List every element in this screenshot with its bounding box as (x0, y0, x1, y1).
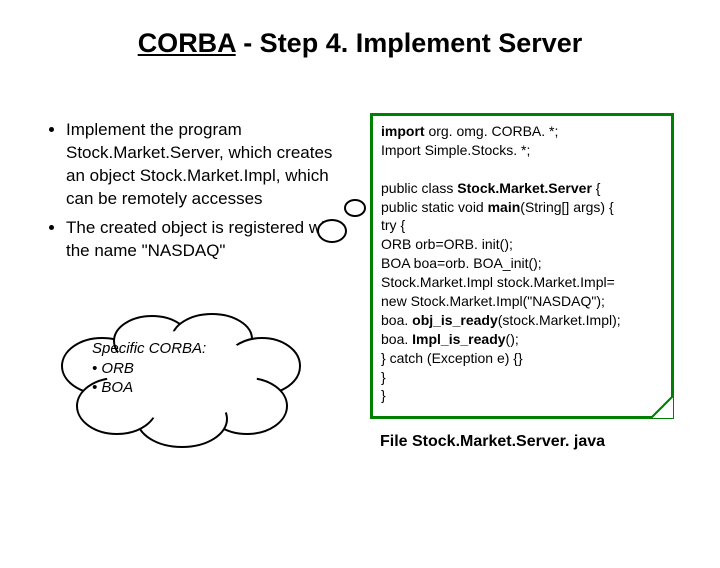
bullet-list: Implement the program Stock.Market.Serve… (48, 119, 348, 269)
thought-bubble-dot (317, 219, 347, 243)
file-caption: File Stock.Market.Server. java (380, 433, 605, 451)
cloud-item: • BOA (92, 378, 292, 398)
thought-bubble-dot (344, 199, 366, 217)
cloud-heading: Specific CORBA: (92, 339, 292, 359)
bullet-item: The created object is registered with th… (66, 217, 348, 263)
cloud-item: • ORB (92, 359, 292, 379)
title-underlined: CORBA (138, 28, 236, 58)
page-fold-icon (650, 395, 674, 419)
thought-cloud: Specific CORBA: • ORB • BOA (62, 319, 312, 459)
title-rest: - Step 4. Implement Server (236, 28, 583, 58)
slide-title: CORBA - Step 4. Implement Server (0, 28, 720, 59)
bullet-item: Implement the program Stock.Market.Serve… (66, 119, 348, 211)
cloud-text: Specific CORBA: • ORB • BOA (92, 339, 292, 398)
code-box: import org. omg. CORBA. *; Import Simple… (370, 113, 674, 419)
